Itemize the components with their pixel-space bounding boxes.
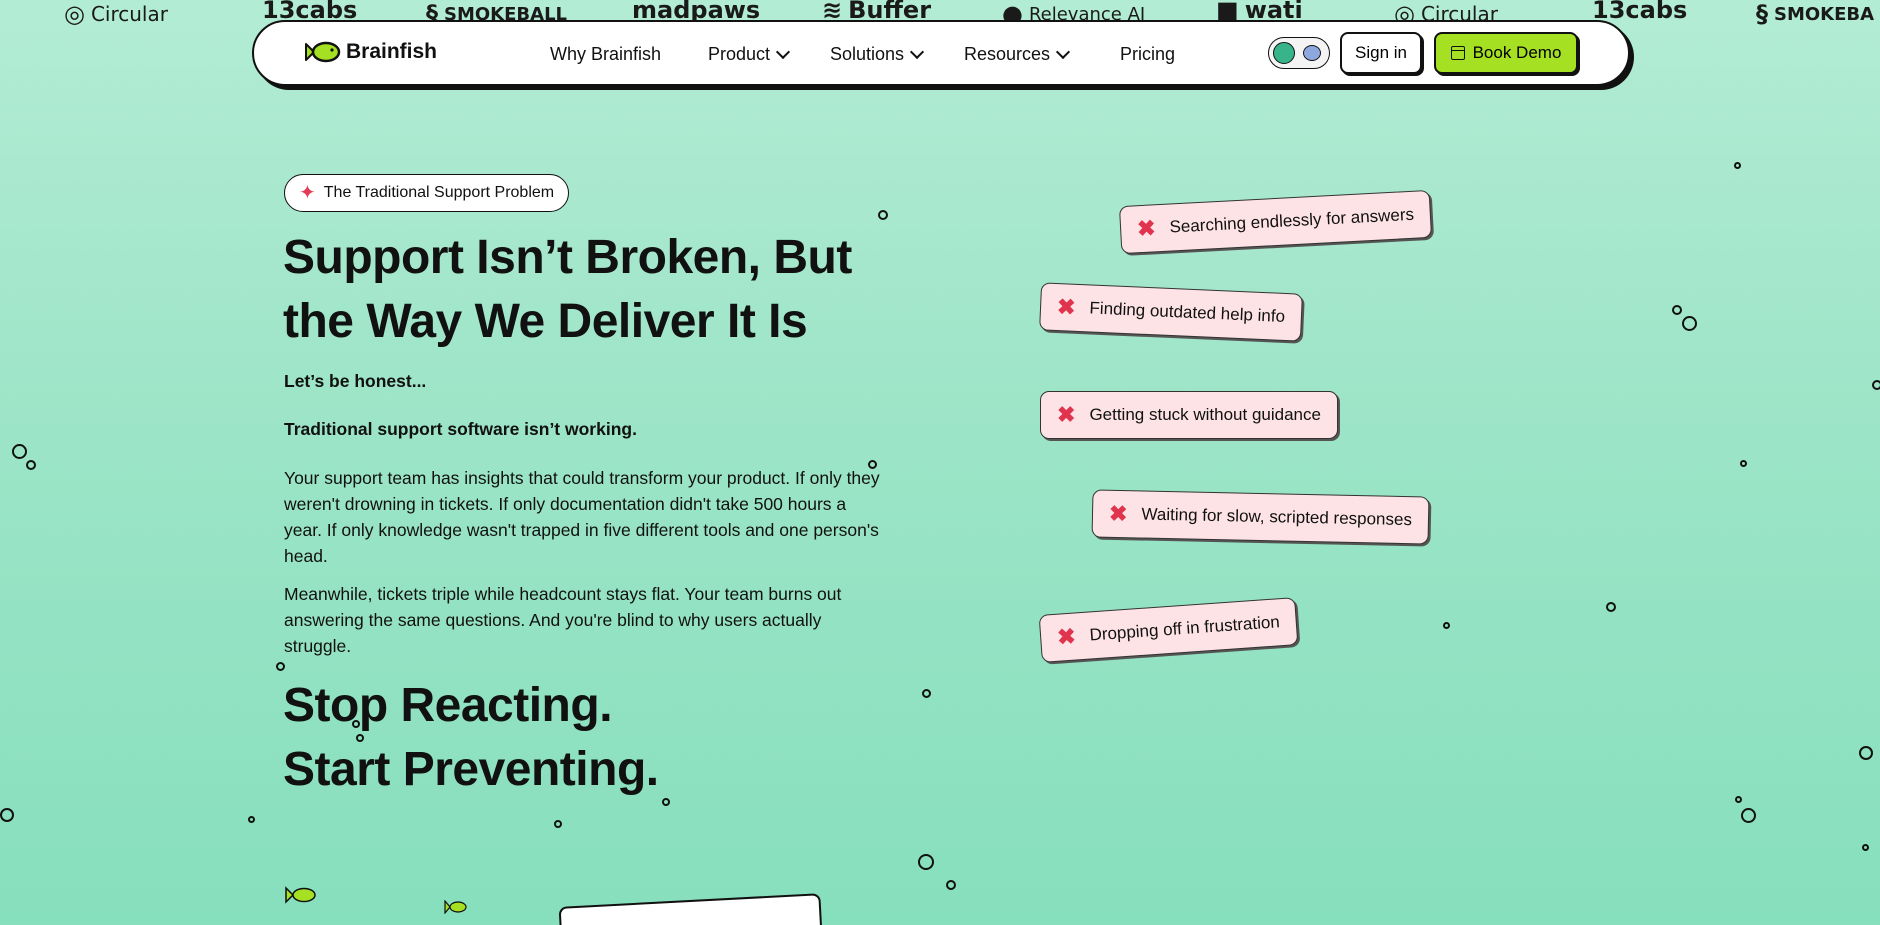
hero-title: Support Isn’t Broken, But the Way We Del… — [283, 231, 852, 348]
hero-statement: Traditional support software isn’t worki… — [284, 419, 637, 439]
problem-card-outdated: ✖ Finding outdated help info — [1039, 282, 1304, 342]
fish-decoration-icon — [444, 900, 467, 914]
cta-heading: Stop Reacting. Start Preventing. — [283, 679, 659, 796]
x-mark-icon: ✖ — [1056, 623, 1077, 650]
nav-solutions[interactable]: Solutions — [830, 44, 925, 65]
book-demo-button[interactable]: Book Demo — [1434, 32, 1578, 74]
x-mark-icon: ✖ — [1057, 402, 1076, 427]
hero-intro: Let’s be honest... — [284, 371, 427, 391]
hero-paragraph-1: Your support team has insights that coul… — [284, 468, 880, 566]
partial-card — [558, 893, 824, 925]
theme-toggle[interactable] — [1268, 37, 1330, 69]
nav-why-brainfish[interactable]: Why Brainfish — [550, 44, 661, 65]
brand-name: Brainfish — [346, 40, 438, 63]
nav-product[interactable]: Product — [708, 44, 791, 65]
nav-pricing[interactable]: Pricing — [1120, 44, 1175, 65]
x-mark-icon: ✖ — [1108, 500, 1128, 527]
planet-icon — [1303, 45, 1321, 61]
chevron-down-icon — [909, 44, 925, 59]
fish-decoration-icon — [285, 886, 316, 904]
x-mark-icon: ✖ — [1056, 294, 1077, 320]
fish-logo-icon — [305, 41, 341, 63]
logo-circular: ◎ Circular — [64, 0, 168, 26]
calendar-icon — [1450, 46, 1465, 60]
smokeball-logo-icon: § — [1756, 0, 1768, 26]
x-mark-icon: ✖ — [1136, 215, 1157, 242]
main-navigation: Brainfish Why Brainfish Product Solution… — [252, 20, 1630, 86]
chevron-down-icon — [775, 44, 791, 59]
brand-logo[interactable]: Brainfish — [302, 40, 437, 64]
problem-card-waiting: ✖ Waiting for slow, scripted responses — [1091, 489, 1430, 545]
circular-logo-icon: ◎ — [64, 0, 85, 26]
problem-card-dropping-off: ✖ Dropping off in frustration — [1038, 597, 1299, 663]
hero-paragraph-2: Meanwhile, tickets triple while headcoun… — [284, 584, 842, 656]
logo-smokeball-2: § SMOKEBA — [1756, 0, 1875, 26]
sign-in-button[interactable]: Sign in — [1340, 32, 1422, 74]
chevron-down-icon — [1055, 44, 1071, 59]
problem-card-searching: ✖ Searching endlessly for answers — [1118, 189, 1433, 255]
earth-icon — [1273, 42, 1295, 64]
sparkle-icon: ✦ — [299, 182, 316, 204]
nav-resources[interactable]: Resources — [964, 44, 1071, 65]
problem-card-stuck: ✖ Getting stuck without guidance — [1040, 391, 1338, 439]
section-tag: ✦ The Traditional Support Problem — [284, 174, 570, 212]
